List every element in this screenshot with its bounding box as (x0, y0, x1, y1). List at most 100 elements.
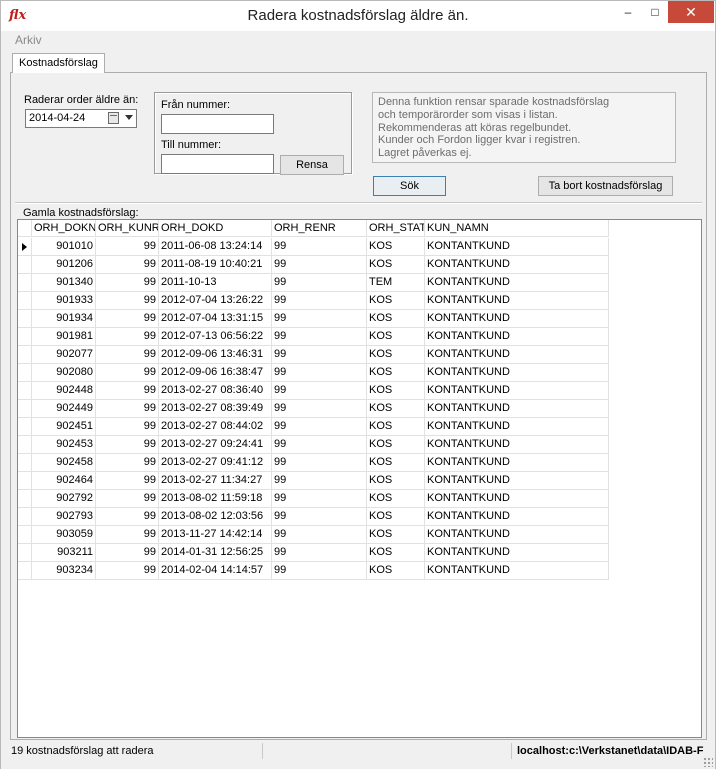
table-row[interactable]: 903234 99 2014-02-04 14:14:57 99 KOS KONTANTK… (18, 562, 609, 580)
delete-quotes-button[interactable]: Ta bort kostnadsförslag (538, 176, 673, 196)
row-header[interactable] (18, 256, 32, 274)
table-cell[interactable]: KOS (367, 490, 425, 508)
table-cell[interactable]: KOS (367, 292, 425, 310)
table-cell[interactable]: KOS (367, 310, 425, 328)
table-cell[interactable]: KONTANTKUND (425, 364, 609, 382)
table-cell[interactable]: KOS (367, 508, 425, 526)
table-cell[interactable]: KONTANTKUND (425, 436, 609, 454)
table-cell[interactable]: 99 (96, 256, 159, 274)
table-cell[interactable]: 99 (96, 364, 159, 382)
table-cell[interactable]: 903211 (32, 544, 96, 562)
table-row[interactable]: 901934 99 2012-07-04 13:31:15 99 KOS KONTANTK… (18, 310, 609, 328)
row-header[interactable] (18, 472, 32, 490)
table-cell[interactable]: 99 (96, 328, 159, 346)
table-cell[interactable]: 2011-08-19 10:40:21 (159, 256, 272, 274)
table-cell[interactable]: 99 (96, 454, 159, 472)
menu-arkiv[interactable]: Arkiv (15, 33, 42, 47)
table-row[interactable]: 901933 99 2012-07-04 13:26:22 99 KOS KONTANTK… (18, 292, 609, 310)
table-cell[interactable]: KONTANTKUND (425, 346, 609, 364)
table-cell[interactable]: KONTANTKUND (425, 274, 609, 292)
row-header[interactable] (18, 364, 32, 382)
table-cell[interactable]: KONTANTKUND (425, 454, 609, 472)
search-button[interactable]: Sök (373, 176, 446, 196)
table-cell[interactable]: 901010 (32, 238, 96, 256)
table-cell[interactable]: 99 (272, 454, 367, 472)
table-cell[interactable]: 902077 (32, 346, 96, 364)
table-cell[interactable]: 902080 (32, 364, 96, 382)
table-cell[interactable]: KOS (367, 382, 425, 400)
table-cell[interactable]: KOS (367, 346, 425, 364)
column-header-orh-dokn[interactable]: ORH_DOKN (32, 220, 96, 237)
table-cell[interactable]: KOS (367, 400, 425, 418)
table-cell[interactable]: KONTANTKUND (425, 508, 609, 526)
title-bar[interactable]: flx Radera kostnadsförslag äldre än. – □… (1, 1, 715, 31)
table-cell[interactable]: 903234 (32, 562, 96, 580)
table-cell[interactable]: KONTANTKUND (425, 562, 609, 580)
table-cell[interactable]: 2013-02-27 09:41:12 (159, 454, 272, 472)
table-cell[interactable]: 99 (272, 364, 367, 382)
row-header[interactable] (18, 382, 32, 400)
table-cell[interactable]: KOS (367, 256, 425, 274)
rensa-button[interactable]: Rensa (280, 155, 344, 175)
table-cell[interactable]: 902792 (32, 490, 96, 508)
table-cell[interactable]: 2013-11-27 14:42:14 (159, 526, 272, 544)
table-cell[interactable]: 99 (272, 418, 367, 436)
table-cell[interactable]: KONTANTKUND (425, 526, 609, 544)
table-cell[interactable]: 99 (96, 274, 159, 292)
table-cell[interactable]: KOS (367, 472, 425, 490)
table-cell[interactable]: KONTANTKUND (425, 418, 609, 436)
table-cell[interactable]: KONTANTKUND (425, 292, 609, 310)
table-row[interactable]: 901206 99 2011-08-19 10:40:21 99 KOS KONTANTK… (18, 256, 609, 274)
table-cell[interactable]: 99 (272, 256, 367, 274)
quotes-grid[interactable]: ORH_DOKN ORH_KUNR ORH_DOKD ORH_RENR ORH_… (17, 219, 702, 738)
table-cell[interactable]: 2012-07-13 06:56:22 (159, 328, 272, 346)
table-cell[interactable]: 99 (96, 346, 159, 364)
table-cell[interactable]: 99 (272, 400, 367, 418)
table-cell[interactable]: 99 (96, 472, 159, 490)
table-cell[interactable]: 99 (96, 562, 159, 580)
table-cell[interactable]: 99 (272, 328, 367, 346)
table-row[interactable]: 903211 99 2014-01-31 12:56:25 99 KOS KONTANTK… (18, 544, 609, 562)
table-row[interactable]: 901010 99 2011-06-08 13:24:14 99 KOS KONTANTK… (18, 238, 609, 256)
table-row[interactable]: 902448 99 2013-02-27 08:36:40 99 KOS KONTANTK… (18, 382, 609, 400)
table-row[interactable]: 902449 99 2013-02-27 08:39:49 99 KOS KONTANTK… (18, 400, 609, 418)
row-header[interactable] (18, 526, 32, 544)
table-cell[interactable]: KOS (367, 436, 425, 454)
table-cell[interactable]: 99 (96, 508, 159, 526)
column-header-orh-kunr[interactable]: ORH_KUNR (96, 220, 159, 237)
table-row[interactable]: 902077 99 2012-09-06 13:46:31 99 KOS KONTANTK… (18, 346, 609, 364)
table-cell[interactable]: 99 (272, 436, 367, 454)
table-cell[interactable]: 901933 (32, 292, 96, 310)
table-cell[interactable]: 901206 (32, 256, 96, 274)
column-header-kun-namn[interactable]: KUN_NAMN (425, 220, 609, 237)
table-cell[interactable]: 2013-02-27 08:44:02 (159, 418, 272, 436)
table-cell[interactable]: KONTANTKUND (425, 328, 609, 346)
minimize-button[interactable]: – (614, 1, 642, 23)
table-cell[interactable]: 902451 (32, 418, 96, 436)
table-row[interactable]: 902792 99 2013-08-02 11:59:18 99 KOS KONTANTK… (18, 490, 609, 508)
table-cell[interactable]: 2012-07-04 13:31:15 (159, 310, 272, 328)
row-header[interactable] (18, 436, 32, 454)
table-cell[interactable]: KOS (367, 562, 425, 580)
maximize-button[interactable]: □ (641, 1, 669, 23)
table-cell[interactable]: 2014-01-31 12:56:25 (159, 544, 272, 562)
row-header[interactable] (18, 544, 32, 562)
table-cell[interactable]: 99 (272, 562, 367, 580)
column-header-orh-renr[interactable]: ORH_RENR (272, 220, 367, 237)
table-cell[interactable]: 99 (272, 310, 367, 328)
resize-grip-icon[interactable] (703, 757, 713, 767)
row-header[interactable] (18, 400, 32, 418)
table-row[interactable]: 901981 99 2012-07-13 06:56:22 99 KOS KONTANTK… (18, 328, 609, 346)
table-cell[interactable]: 902449 (32, 400, 96, 418)
table-cell[interactable]: 901981 (32, 328, 96, 346)
table-cell[interactable]: 2013-02-27 08:36:40 (159, 382, 272, 400)
close-button[interactable]: ✕ (668, 1, 714, 23)
to-number-input[interactable] (161, 154, 274, 174)
table-cell[interactable]: 99 (96, 310, 159, 328)
table-cell[interactable]: KOS (367, 418, 425, 436)
table-cell[interactable]: KOS (367, 544, 425, 562)
row-header[interactable] (18, 238, 32, 256)
table-cell[interactable]: 2014-02-04 14:14:57 (159, 562, 272, 580)
row-header[interactable] (18, 562, 32, 580)
table-cell[interactable]: 99 (272, 274, 367, 292)
